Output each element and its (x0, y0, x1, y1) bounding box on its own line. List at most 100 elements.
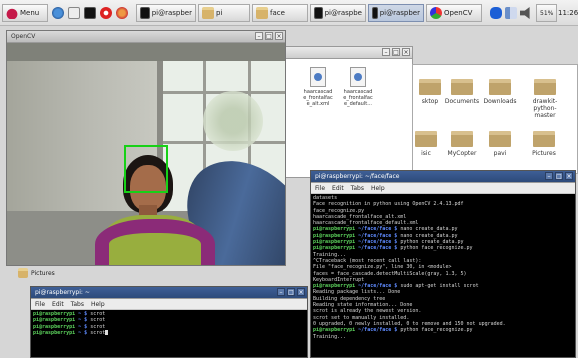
folder-name: Documents (444, 98, 480, 105)
prompt-path: ~/face/face $ (355, 239, 398, 246)
browser-launcher[interactable] (52, 4, 64, 22)
menu-help[interactable]: Help (371, 185, 385, 192)
folder-item[interactable]: Documents (441, 79, 483, 105)
menu-button[interactable]: Menu (2, 4, 48, 22)
terminal-small-titlebar[interactable]: pi@raspberrypi: ~ – □ × (31, 287, 307, 299)
taskbar-button-label: face (270, 9, 285, 17)
command-text: scrot (87, 323, 106, 330)
terminal-icon (84, 7, 96, 19)
command-text: python face_recognize.py (397, 245, 473, 252)
face-detection-box (124, 145, 168, 193)
prompt-path: ~ $ (75, 317, 88, 324)
minimize-button[interactable]: – (382, 48, 390, 56)
wall-shadow (7, 43, 285, 61)
text-cursor (105, 329, 109, 335)
prompt-user: pi@raspberrypi (33, 323, 76, 330)
command-text: scrot (87, 311, 106, 317)
maximize-button[interactable]: □ (392, 48, 400, 56)
network-tray[interactable] (505, 4, 517, 22)
bluetooth-icon (490, 7, 502, 19)
file-manager-launcher[interactable] (68, 4, 80, 22)
prompt-path: ~/face/face $ (355, 245, 398, 252)
minimize-button[interactable]: – (545, 172, 553, 180)
close-button[interactable]: × (402, 48, 410, 56)
menu-edit[interactable]: Edit (332, 185, 344, 192)
terminal-main-output[interactable]: datasets Face recognition in python using… (311, 194, 575, 341)
close-button[interactable]: × (275, 32, 283, 40)
desktop-item-pictures[interactable]: Pictures (18, 268, 55, 278)
taskbar: Menu pi@raspber pi face pi@raspbe pi@ras… (0, 0, 578, 26)
maximize-button[interactable]: □ (555, 172, 563, 180)
prompt-user: pi@raspberrypi (33, 329, 76, 336)
folder-icon (202, 7, 214, 19)
folder-item[interactable]: MyCopter (441, 131, 483, 157)
terminal-main-titlebar[interactable]: pi@raspberrypi: ~/face/face – □ × (311, 171, 575, 183)
minimize-button[interactable]: – (277, 288, 285, 296)
taskbar-button-terminal-2[interactable]: pi@raspbe (310, 4, 366, 22)
file-manager-titlebar[interactable]: – □ × (286, 47, 412, 59)
command-text: python create_data.py (397, 239, 464, 246)
folder-name: drawkit-python-master (532, 98, 558, 119)
terminal-line: pi@raspberrypi ~ $ scrot (33, 329, 305, 336)
taskbar-button-label: pi (216, 9, 223, 17)
prompt-path: ~/face/face $ (355, 327, 398, 334)
folder-icon (451, 131, 473, 147)
menu-edit[interactable]: Edit (52, 301, 64, 308)
terminal-small-menubar: File Edit Tabs Help (31, 299, 307, 310)
prompt-user: pi@raspberrypi (313, 232, 356, 239)
taskbar-button-folder-pi[interactable]: pi (198, 4, 250, 22)
globe-icon (52, 7, 64, 19)
taskbar-button-terminal-1[interactable]: pi@raspber (136, 4, 196, 22)
menu-file[interactable]: File (35, 301, 45, 308)
taskbar-button-label: pi@raspbe (324, 9, 362, 17)
opencv-window: OpenCV – □ × (6, 30, 286, 266)
maximize-button[interactable]: □ (265, 32, 273, 40)
prompt-path: ~ $ (75, 323, 88, 330)
minimize-button[interactable]: – (255, 32, 263, 40)
file-manager-window: – □ × haarcascad e_frontalfac e_alt.xml ha… (285, 46, 413, 178)
volume-tray[interactable] (520, 4, 532, 22)
file-name: haarcascad e_frontalfac e_alt.xml (303, 89, 333, 107)
folder-item[interactable]: pavi (479, 131, 521, 157)
file-item[interactable]: haarcascad e_frontalfac e_alt.xml (298, 67, 338, 107)
menu-tabs[interactable]: Tabs (71, 301, 84, 308)
taskbar-button-folder-face[interactable]: face (252, 4, 308, 22)
prompt-user: pi@raspberrypi (313, 245, 356, 252)
taskbar-button-label: pi@raspber (151, 9, 192, 17)
close-button[interactable]: × (297, 288, 305, 296)
folder-item[interactable]: drawkit-python-master (523, 79, 567, 119)
opencv-titlebar[interactable]: OpenCV – □ × (7, 31, 285, 43)
taskbar-button-terminal-3[interactable]: pi@raspber (368, 4, 424, 22)
menu-tabs[interactable]: Tabs (351, 185, 364, 192)
cpu-usage: 51% (536, 4, 558, 22)
maximize-button[interactable]: □ (287, 288, 295, 296)
terminal-small-output[interactable]: pi@raspberrypi ~ $ scrot pi@raspberrypi ~… (31, 310, 307, 357)
terminal-launcher[interactable] (84, 4, 96, 22)
taskbar-button-opencv[interactable]: OpenCV (426, 4, 482, 22)
bluetooth-tray[interactable] (490, 4, 502, 22)
prompt-path: ~ $ (75, 329, 88, 336)
mathematica-icon (100, 7, 112, 19)
network-icon (505, 7, 517, 19)
desktop-item-label: Pictures (31, 269, 55, 277)
menu-label: Menu (20, 9, 40, 17)
folder-item[interactable]: Downloads (479, 79, 521, 105)
menu-help[interactable]: Help (91, 301, 105, 308)
mathematica-launcher[interactable] (100, 4, 112, 22)
close-button[interactable]: × (565, 172, 573, 180)
command-text: nano create_data.py (397, 226, 458, 233)
file-item[interactable]: haarcascad e_frontalfac e_default... (338, 67, 378, 107)
terminal-icon (314, 7, 323, 19)
folder-name: MyCopter (447, 150, 477, 157)
folder-item[interactable]: Pictures (523, 131, 565, 157)
menu-file[interactable]: File (315, 185, 325, 192)
prompt-user: pi@raspberrypi (33, 317, 76, 324)
xml-file-icon (350, 67, 366, 87)
file-list: haarcascad e_frontalfac e_alt.xml haarca… (286, 59, 412, 177)
clock-time: 11:26 (558, 9, 578, 17)
folder-name: pavi (493, 150, 507, 157)
clock[interactable]: 11:26 (558, 4, 578, 22)
volume-icon (520, 7, 530, 19)
terminal-main-menubar: File Edit Tabs Help (311, 183, 575, 194)
wolfram-launcher[interactable] (116, 4, 128, 22)
